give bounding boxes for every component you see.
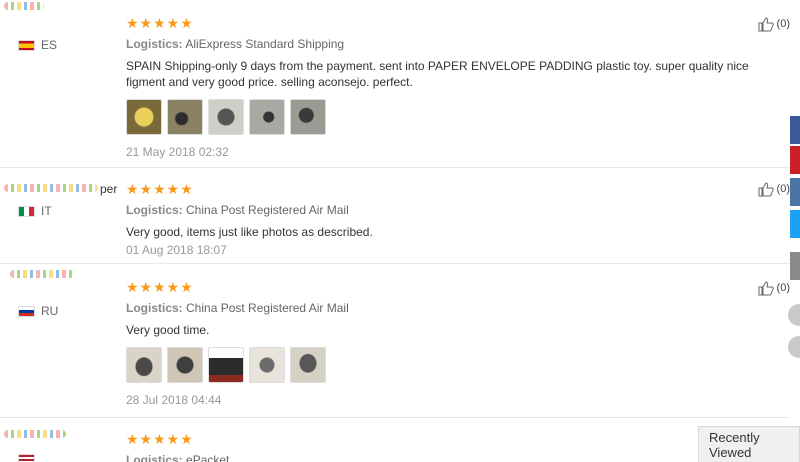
review-photo[interactable] (290, 347, 326, 383)
reviewer-country: IT (18, 204, 52, 218)
review-photo[interactable] (249, 347, 285, 383)
star-rating: ★★★★★ (126, 15, 194, 31)
logistics-label: Logistics: (126, 203, 183, 217)
review-photo[interactable] (167, 99, 203, 135)
helpful-button[interactable]: (0) (758, 280, 790, 296)
flag-us-icon (18, 454, 35, 462)
star-rating: ★★★★★ (126, 279, 194, 295)
star-rating: ★★★★★ (126, 181, 194, 197)
review-item: RU ★★★★★ Logistics: China Post Registere… (0, 264, 790, 418)
thumbs-up-icon (758, 17, 774, 32)
logistics-line: Logistics: China Post Registered Air Mai… (126, 301, 790, 315)
helpful-button[interactable]: (0) (758, 16, 790, 32)
country-code: ES (41, 38, 58, 52)
reviewer-name (4, 264, 122, 278)
flag-ru-icon (18, 305, 35, 317)
review-item: ★★★★★ Logistics: ePacket (0, 418, 790, 462)
reviewer-name (4, 0, 122, 14)
review-photo[interactable] (249, 99, 285, 135)
logistics-line: Logistics: AliExpress Standard Shipping (126, 37, 790, 51)
logistics-label: Logistics: (126, 37, 183, 51)
review-text: Very good, items just like photos as des… (126, 225, 373, 239)
country-code: IT (41, 204, 52, 218)
reviewer-country (18, 454, 41, 462)
helpful-count: (0) (776, 282, 790, 294)
logistics-value: ePacket (186, 453, 230, 462)
helpful-count: (0) (776, 183, 790, 195)
review-date: 01 Aug 2018 18:07 (126, 243, 227, 257)
logistics-label: Logistics: (126, 301, 183, 315)
facebook-share-icon[interactable] (790, 116, 800, 144)
recently-viewed-label: Recently Viewed (709, 429, 760, 460)
review-item: ES ★★★★★ Logistics: AliExpress Standard … (0, 0, 790, 168)
logistics-label: Logistics: (126, 453, 183, 462)
logistics-value: China Post Registered Air Mail (186, 301, 349, 315)
thumbs-up-icon (758, 182, 774, 197)
review-item: per IT ★★★★★ Logistics: China Post Regis… (0, 168, 790, 264)
helpful-count: (0) (776, 18, 790, 30)
more-share-icon[interactable] (790, 252, 800, 280)
logistics-value: China Post Registered Air Mail (186, 203, 349, 217)
flag-it-icon (18, 205, 35, 217)
country-code: RU (41, 304, 59, 318)
logistics-value: AliExpress Standard Shipping (185, 37, 345, 51)
review-date: 28 Jul 2018 04:44 (126, 393, 222, 407)
vk-share-icon[interactable] (790, 178, 800, 206)
logistics-line: Logistics: ePacket (126, 453, 790, 462)
review-photo[interactable] (167, 347, 203, 383)
review-date: 21 May 2018 02:32 (126, 145, 229, 159)
reviewer-name: per (100, 182, 118, 196)
review-photos (126, 347, 790, 383)
review-photo[interactable] (290, 99, 326, 135)
review-photos (126, 99, 790, 135)
reviewer-country: RU (18, 304, 58, 318)
reviewer-country: ES (18, 38, 57, 52)
star-rating: ★★★★★ (126, 431, 194, 447)
pinterest-share-icon[interactable] (790, 146, 800, 174)
review-text: SPAIN Shipping-only 9 days from the paym… (126, 59, 749, 89)
thumbs-up-icon (758, 281, 774, 296)
masked-username (4, 184, 98, 192)
review-photo[interactable] (208, 347, 244, 383)
review-photo[interactable] (126, 347, 162, 383)
logistics-line: Logistics: China Post Registered Air Mai… (126, 203, 790, 217)
review-text: Very good time. (126, 323, 210, 337)
review-photo[interactable] (208, 99, 244, 135)
helpful-button[interactable]: (0) (758, 181, 790, 197)
reviewer-name (4, 418, 122, 432)
recently-viewed-tab[interactable]: Recently Viewed (698, 426, 800, 462)
twitter-share-icon[interactable] (790, 210, 800, 238)
review-photo[interactable] (126, 99, 162, 135)
flag-es-icon (18, 39, 35, 51)
